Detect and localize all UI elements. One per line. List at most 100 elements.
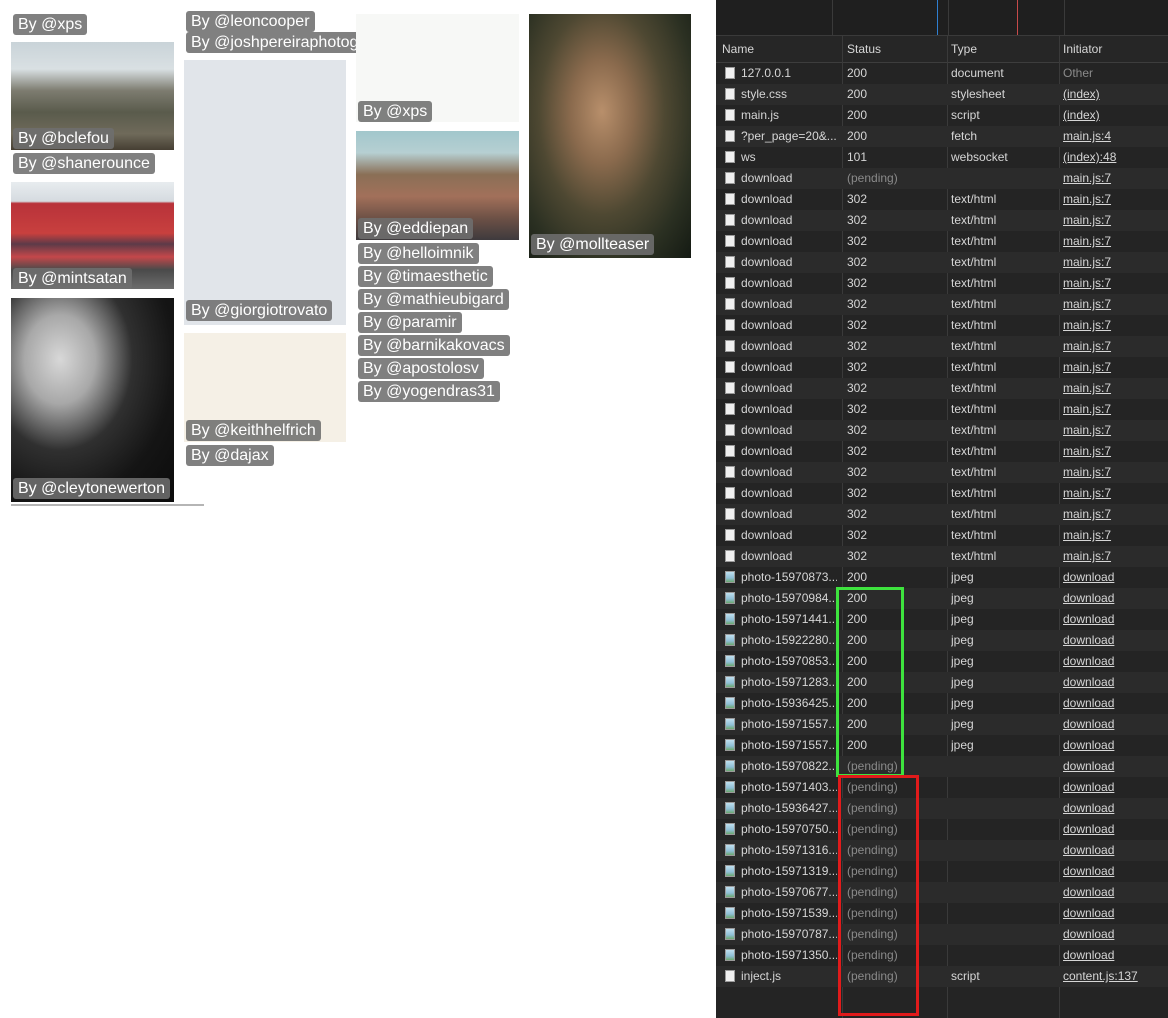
request-initiator[interactable]: main.js:7 bbox=[1063, 234, 1163, 248]
request-name[interactable]: photo-15971403... bbox=[741, 780, 837, 794]
network-request-row[interactable]: photo-15970873... 200 jpeg download bbox=[716, 567, 1168, 588]
request-name[interactable]: photo-15922280... bbox=[741, 633, 837, 647]
request-name[interactable]: photo-15970750... bbox=[741, 822, 837, 836]
request-initiator[interactable]: download bbox=[1063, 654, 1163, 668]
request-name[interactable]: download bbox=[741, 213, 837, 227]
network-request-row[interactable]: ws 101 websocket (index):48 bbox=[716, 147, 1168, 168]
network-request-row[interactable]: photo-15936427... (pending) download bbox=[716, 798, 1168, 819]
column-header-initiator[interactable]: Initiator bbox=[1063, 42, 1102, 56]
request-name[interactable]: photo-15970787... bbox=[741, 927, 837, 941]
request-initiator[interactable]: main.js:7 bbox=[1063, 192, 1163, 206]
network-request-row[interactable]: photo-15936425... 200 jpeg download bbox=[716, 693, 1168, 714]
request-name[interactable]: main.js bbox=[741, 108, 837, 122]
column-header-type[interactable]: Type bbox=[951, 42, 977, 56]
request-name[interactable]: download bbox=[741, 276, 837, 290]
network-request-row[interactable]: photo-15971557... 200 jpeg download bbox=[716, 714, 1168, 735]
request-name[interactable]: download bbox=[741, 486, 837, 500]
network-request-row[interactable]: download 302 text/html main.js:7 bbox=[716, 525, 1168, 546]
request-initiator[interactable]: content.js:137 bbox=[1063, 969, 1163, 983]
request-initiator[interactable]: main.js:7 bbox=[1063, 360, 1163, 374]
request-name[interactable]: download bbox=[741, 360, 837, 374]
request-initiator[interactable]: download bbox=[1063, 717, 1163, 731]
network-request-row[interactable]: photo-15970984... 200 jpeg download bbox=[716, 588, 1168, 609]
request-name[interactable]: photo-15971539... bbox=[741, 906, 837, 920]
request-name[interactable]: download bbox=[741, 528, 837, 542]
request-name[interactable]: download bbox=[741, 234, 837, 248]
network-request-row[interactable]: photo-15971403... (pending) download bbox=[716, 777, 1168, 798]
request-name[interactable]: download bbox=[741, 339, 837, 353]
request-name[interactable]: download bbox=[741, 318, 837, 332]
network-request-row[interactable]: photo-15971283... 200 jpeg download bbox=[716, 672, 1168, 693]
network-request-row[interactable]: style.css 200 stylesheet (index) bbox=[716, 84, 1168, 105]
request-initiator[interactable]: main.js:7 bbox=[1063, 276, 1163, 290]
request-name[interactable]: photo-15970873... bbox=[741, 570, 837, 584]
request-initiator[interactable]: main.js:7 bbox=[1063, 297, 1163, 311]
network-request-row[interactable]: download 302 text/html main.js:7 bbox=[716, 336, 1168, 357]
network-request-row[interactable]: photo-15970787... (pending) download bbox=[716, 924, 1168, 945]
column-header-name[interactable]: Name bbox=[722, 42, 754, 56]
request-name[interactable]: photo-15970853... bbox=[741, 654, 837, 668]
request-initiator[interactable]: download bbox=[1063, 675, 1163, 689]
request-initiator[interactable]: main.js:7 bbox=[1063, 171, 1163, 185]
network-request-row[interactable]: photo-15971316... (pending) download bbox=[716, 840, 1168, 861]
request-initiator[interactable]: download bbox=[1063, 885, 1163, 899]
network-request-row[interactable]: download 302 text/html main.js:7 bbox=[716, 546, 1168, 567]
request-initiator[interactable]: download bbox=[1063, 948, 1163, 962]
network-request-row[interactable]: download 302 text/html main.js:7 bbox=[716, 441, 1168, 462]
request-name[interactable]: ?per_page=20&... bbox=[741, 129, 837, 143]
network-request-row[interactable]: download (pending) main.js:7 bbox=[716, 168, 1168, 189]
request-initiator[interactable]: download bbox=[1063, 906, 1163, 920]
request-name[interactable]: photo-15971283... bbox=[741, 675, 837, 689]
request-initiator[interactable]: main.js:7 bbox=[1063, 381, 1163, 395]
network-request-row[interactable]: photo-15971319... (pending) download bbox=[716, 861, 1168, 882]
request-initiator[interactable]: (index):48 bbox=[1063, 150, 1163, 164]
request-name[interactable]: download bbox=[741, 549, 837, 563]
request-initiator[interactable]: main.js:7 bbox=[1063, 339, 1163, 353]
request-name[interactable]: photo-15936425... bbox=[741, 696, 837, 710]
request-name[interactable]: download bbox=[741, 297, 837, 311]
network-request-row[interactable]: photo-15922280... 200 jpeg download bbox=[716, 630, 1168, 651]
network-request-row[interactable]: download 302 text/html main.js:7 bbox=[716, 399, 1168, 420]
request-initiator[interactable]: download bbox=[1063, 633, 1163, 647]
request-name[interactable]: 127.0.0.1 bbox=[741, 66, 837, 80]
request-initiator[interactable]: main.js:7 bbox=[1063, 507, 1163, 521]
request-name[interactable]: photo-15970677... bbox=[741, 885, 837, 899]
request-initiator[interactable]: download bbox=[1063, 801, 1163, 815]
request-initiator[interactable]: main.js:7 bbox=[1063, 465, 1163, 479]
network-request-row[interactable]: main.js 200 script (index) bbox=[716, 105, 1168, 126]
request-initiator[interactable]: download bbox=[1063, 843, 1163, 857]
network-request-row[interactable]: photo-15971539... (pending) download bbox=[716, 903, 1168, 924]
request-name[interactable]: style.css bbox=[741, 87, 837, 101]
network-request-row[interactable]: photo-15971557... 200 jpeg download bbox=[716, 735, 1168, 756]
request-initiator[interactable]: main.js:7 bbox=[1063, 423, 1163, 437]
request-name[interactable]: photo-15970822... bbox=[741, 759, 837, 773]
request-initiator[interactable]: download bbox=[1063, 738, 1163, 752]
network-request-row[interactable]: download 302 text/html main.js:7 bbox=[716, 252, 1168, 273]
request-initiator[interactable]: download bbox=[1063, 570, 1163, 584]
request-name[interactable]: photo-15936427... bbox=[741, 801, 837, 815]
request-initiator[interactable]: main.js:7 bbox=[1063, 255, 1163, 269]
request-name[interactable]: inject.js bbox=[741, 969, 837, 983]
request-name[interactable]: download bbox=[741, 255, 837, 269]
request-name[interactable]: download bbox=[741, 171, 837, 185]
request-initiator[interactable]: download bbox=[1063, 864, 1163, 878]
network-request-row[interactable]: photo-15971441... 200 jpeg download bbox=[716, 609, 1168, 630]
network-request-row[interactable]: download 302 text/html main.js:7 bbox=[716, 231, 1168, 252]
request-name[interactable]: photo-15971350... bbox=[741, 948, 837, 962]
request-initiator[interactable]: download bbox=[1063, 612, 1163, 626]
network-request-row[interactable]: ?per_page=20&... 200 fetch main.js:4 bbox=[716, 126, 1168, 147]
network-request-row[interactable]: download 302 text/html main.js:7 bbox=[716, 357, 1168, 378]
request-name[interactable]: download bbox=[741, 507, 837, 521]
request-name[interactable]: photo-15971441... bbox=[741, 612, 837, 626]
network-request-row[interactable]: photo-15971350... (pending) download bbox=[716, 945, 1168, 966]
request-name[interactable]: download bbox=[741, 381, 837, 395]
request-name[interactable]: ws bbox=[741, 150, 837, 164]
network-request-row[interactable]: download 302 text/html main.js:7 bbox=[716, 483, 1168, 504]
request-name[interactable]: photo-15970984... bbox=[741, 591, 837, 605]
request-initiator[interactable]: download bbox=[1063, 927, 1163, 941]
request-name[interactable]: download bbox=[741, 192, 837, 206]
request-name[interactable]: photo-15971316... bbox=[741, 843, 837, 857]
request-initiator[interactable]: main.js:4 bbox=[1063, 129, 1163, 143]
network-request-row[interactable]: photo-15970853... 200 jpeg download bbox=[716, 651, 1168, 672]
request-name[interactable]: photo-15971557... bbox=[741, 738, 837, 752]
